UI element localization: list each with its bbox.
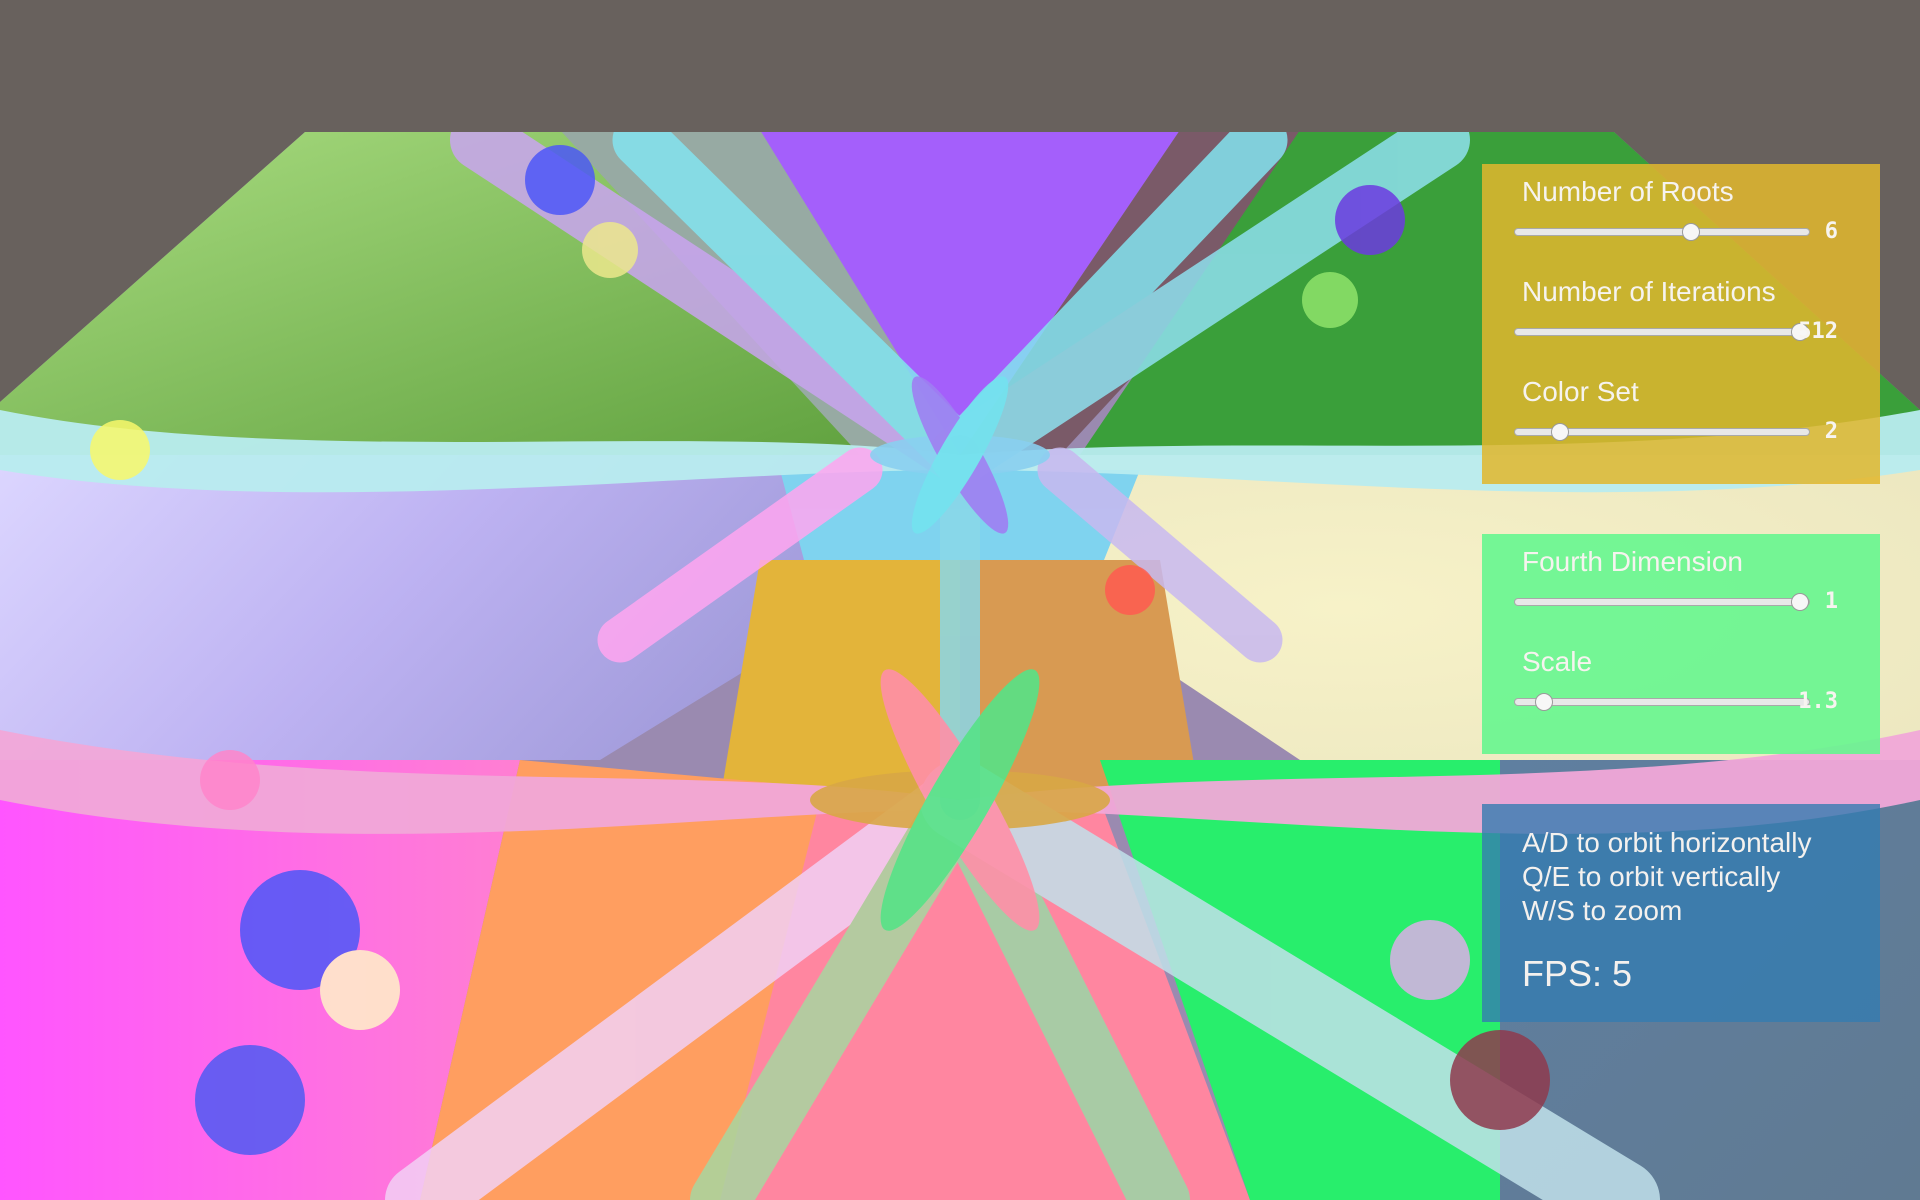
iterations-slider-track[interactable] <box>1514 328 1810 336</box>
scale-control: Scale 1.3 <box>1502 634 1860 734</box>
scale-label: Scale <box>1522 646 1593 677</box>
scale-slider-track[interactable] <box>1514 698 1810 706</box>
fourth-dimension-slider-track[interactable] <box>1514 598 1810 606</box>
color-set-label: Color Set <box>1522 376 1639 407</box>
iterations-value: 512 <box>1798 319 1838 344</box>
fourth-dimension-label: Fourth Dimension <box>1522 546 1743 577</box>
fourth-dimension-value: 1 <box>1824 589 1838 614</box>
fourth-dimension-control: Fourth Dimension 1 <box>1502 534 1860 634</box>
fourth-dimension-slider-thumb[interactable] <box>1791 593 1809 611</box>
roots-slider-thumb[interactable] <box>1682 223 1700 241</box>
help-panel: A/D to orbit horizontally Q/E to orbit v… <box>1482 804 1880 1022</box>
color-set-control: Color Set 2 <box>1502 364 1860 464</box>
view-settings-panel: Fourth Dimension 1 Scale 1.3 <box>1482 534 1880 754</box>
iterations-control: Number of Iterations 512 <box>1502 264 1860 364</box>
scale-value: 1.3 <box>1798 689 1838 714</box>
roots-value: 6 <box>1824 219 1838 244</box>
scale-slider-thumb[interactable] <box>1535 693 1553 711</box>
color-set-slider-thumb[interactable] <box>1551 423 1569 441</box>
color-set-value: 2 <box>1824 419 1838 444</box>
roots-slider-track[interactable] <box>1514 228 1810 236</box>
fps-counter: FPS: 5 <box>1522 953 1633 994</box>
iterations-label: Number of Iterations <box>1522 276 1776 307</box>
help-zoom: W/S to zoom <box>1522 895 1683 926</box>
help-orbit-horizontal: A/D to orbit horizontally <box>1522 827 1812 858</box>
roots-control: Number of Roots 6 <box>1502 164 1860 264</box>
roots-label: Number of Roots <box>1522 176 1734 207</box>
fractal-settings-panel: Number of Roots 6 Number of Iterations 5… <box>1482 164 1880 484</box>
help-orbit-vertical: Q/E to orbit vertically <box>1522 861 1781 892</box>
